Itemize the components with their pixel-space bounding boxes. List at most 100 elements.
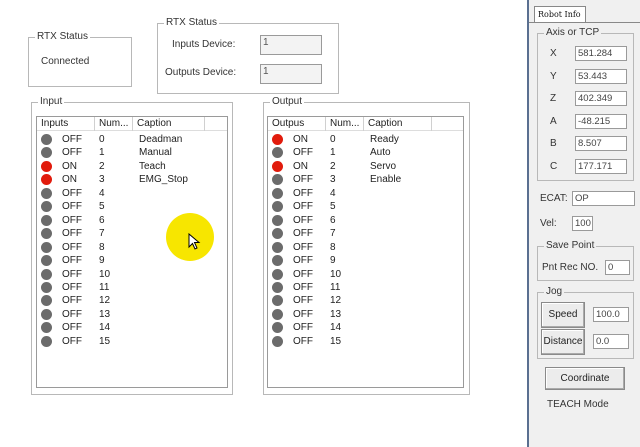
row-state: ON [293, 160, 308, 172]
table-row[interactable]: OFF 13 [268, 308, 463, 321]
table-row[interactable]: OFF 5 [268, 200, 463, 213]
row-caption: Servo [370, 160, 397, 172]
axis-field-b[interactable]: 8.507 [575, 136, 627, 152]
pnt-rec-field[interactable]: 0 [605, 260, 630, 275]
table-row[interactable]: OFF 1 Auto [268, 146, 463, 159]
coordinate-button[interactable]: Coordinate [545, 367, 625, 390]
table-row[interactable]: OFF 0 Deadman [37, 133, 227, 146]
tab-robot-info[interactable]: Robot Info [534, 6, 586, 22]
outputs-device-field[interactable]: 1 [260, 64, 322, 84]
row-num: 3 [330, 174, 336, 186]
speed-field[interactable]: 100.0 [593, 307, 629, 322]
header-num[interactable]: Num... [326, 117, 364, 131]
row-num: 7 [330, 228, 336, 240]
table-row[interactable]: OFF 12 [268, 294, 463, 307]
row-num: 12 [330, 295, 342, 307]
table-row[interactable]: OFF 13 [37, 308, 227, 321]
axis-field-y[interactable]: 53.443 [575, 68, 627, 84]
led-off-icon [272, 335, 283, 347]
table-row[interactable]: OFF 4 [37, 187, 227, 200]
table-row[interactable]: OFF 14 [37, 321, 227, 334]
row-num: 8 [99, 241, 105, 253]
axis-field-x[interactable]: 581.284 [575, 46, 627, 61]
header-caption[interactable]: Caption [364, 117, 432, 131]
led-on-icon [272, 160, 283, 172]
table-row[interactable]: OFF 10 [268, 268, 463, 281]
row-state: OFF [62, 134, 82, 145]
table-row[interactable]: OFF 1 Manual [37, 146, 227, 159]
row-caption: Enable [370, 174, 402, 186]
row-state: OFF [293, 214, 313, 226]
table-row[interactable]: OFF 10 [37, 268, 227, 281]
led-on-icon [41, 160, 52, 172]
table-row[interactable]: ON 0 Ready [268, 133, 463, 146]
ecat-label: ECAT: [540, 193, 568, 204]
header-outpus[interactable]: Outpus [268, 117, 326, 131]
led-off-icon [41, 268, 52, 280]
header-inputs[interactable]: Inputs [37, 117, 95, 131]
led-off-icon [41, 147, 52, 159]
table-row[interactable]: ON 3 EMG_Stop [37, 173, 227, 186]
row-state: OFF [293, 295, 313, 307]
led-off-icon [41, 255, 52, 267]
row-state: OFF [62, 255, 82, 267]
led-off-icon [41, 322, 52, 334]
row-state: OFF [293, 201, 313, 213]
led-off-icon [272, 228, 283, 240]
axis-field-z[interactable]: 402.349 [575, 91, 627, 107]
table-row[interactable]: OFF 6 [268, 214, 463, 227]
ecat-field[interactable]: OP [572, 191, 635, 206]
axis-field-c[interactable]: 177.171 [575, 159, 627, 174]
row-state: OFF [293, 308, 313, 320]
table-row[interactable]: ON 2 Teach [37, 160, 227, 173]
row-num: 11 [99, 281, 110, 293]
row-state: ON [293, 134, 308, 145]
row-state: OFF [293, 255, 313, 267]
table-row[interactable]: OFF 11 [37, 281, 227, 294]
row-state: OFF [62, 322, 82, 334]
led-off-icon [41, 281, 52, 293]
table-row[interactable]: OFF 14 [268, 321, 463, 334]
table-row[interactable]: OFF 15 [37, 335, 227, 348]
inputs-device-field[interactable]: 1 [260, 35, 322, 55]
mouse-pointer-icon [188, 233, 201, 250]
table-row[interactable]: OFF 3 Enable [268, 173, 463, 186]
rtx-devices-title: RTX Status [164, 17, 219, 29]
header-num[interactable]: Num... [95, 117, 133, 131]
table-row[interactable]: OFF 8 [268, 241, 463, 254]
rtx-status-title: RTX Status [35, 31, 90, 43]
row-num: 2 [99, 160, 105, 172]
row-state: OFF [62, 147, 82, 159]
table-row[interactable]: OFF 4 [268, 187, 463, 200]
led-off-icon [272, 214, 283, 226]
table-row[interactable]: OFF 15 [268, 335, 463, 348]
row-state: OFF [293, 241, 313, 253]
table-row[interactable]: OFF 9 [268, 254, 463, 267]
row-num: 7 [99, 228, 105, 240]
row-caption: Manual [139, 147, 172, 159]
row-num: 1 [330, 147, 336, 159]
vel-field[interactable]: 100 [572, 216, 593, 231]
axis-field-a[interactable]: -48.215 [575, 113, 627, 129]
led-off-icon [41, 134, 52, 145]
row-num: 14 [330, 322, 342, 334]
header-caption[interactable]: Caption [133, 117, 205, 131]
table-row[interactable]: OFF 7 [268, 227, 463, 240]
led-on-icon [272, 134, 283, 145]
distance-button[interactable]: Distance [541, 329, 585, 355]
row-state: OFF [62, 201, 82, 213]
row-num: 9 [330, 255, 336, 267]
speed-button[interactable]: Speed [541, 302, 585, 328]
output-list[interactable]: Outpus Num... Caption ON 0 Ready OFF 1 Auto ON… [267, 116, 464, 388]
row-num: 9 [99, 255, 105, 267]
table-row[interactable]: OFF 12 [37, 294, 227, 307]
row-caption: EMG_Stop [139, 174, 188, 186]
connection-status: Connected [41, 56, 90, 67]
row-state: OFF [62, 228, 82, 240]
table-row[interactable]: OFF 11 [268, 281, 463, 294]
table-row[interactable]: OFF 5 [37, 200, 227, 213]
row-num: 3 [99, 174, 105, 186]
distance-field[interactable]: 0.0 [593, 334, 629, 349]
table-row[interactable]: ON 2 Servo [268, 160, 463, 173]
axis-label-x: X [550, 48, 557, 59]
